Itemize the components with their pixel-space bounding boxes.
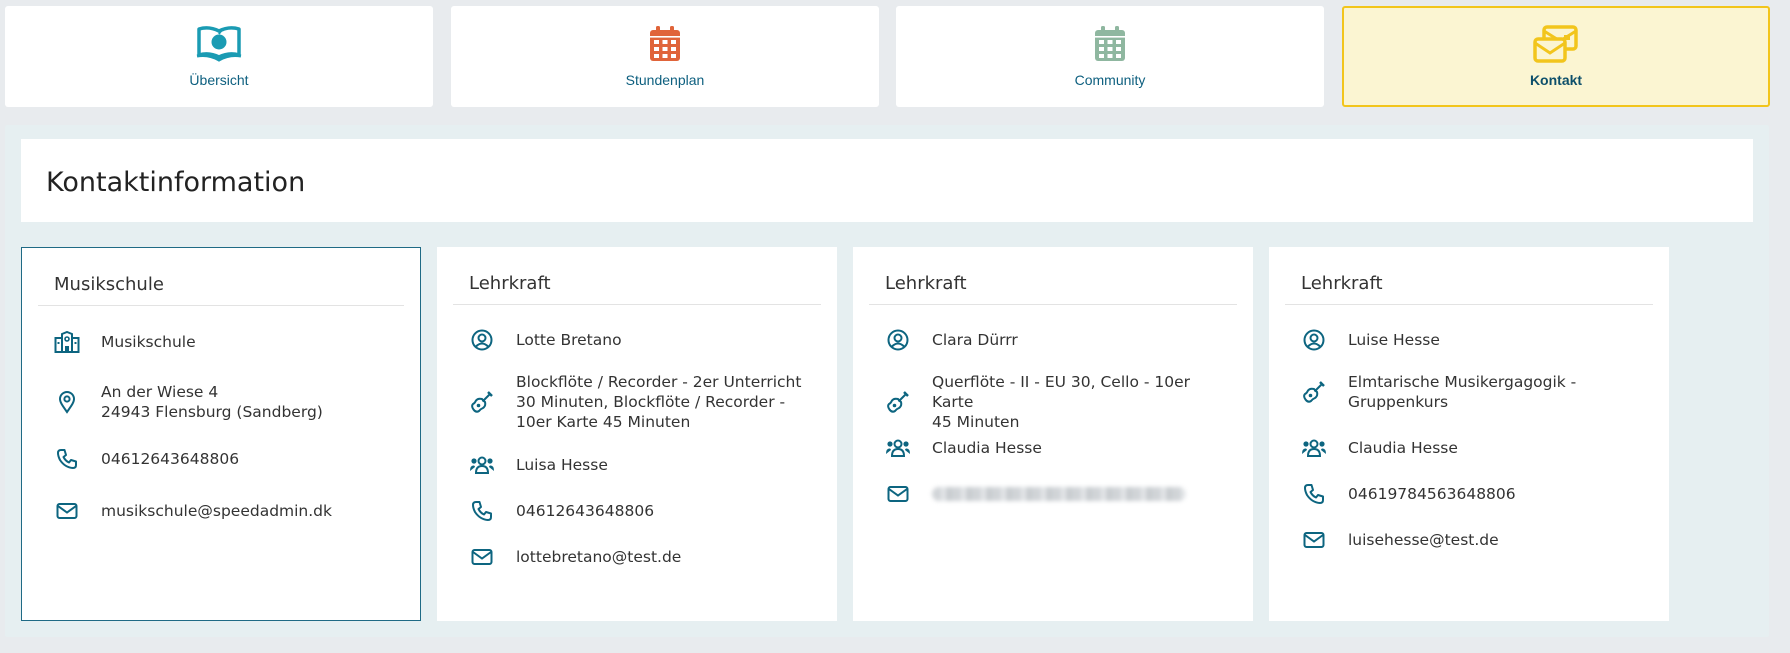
phone-number[interactable]: 04612643648806	[516, 501, 654, 521]
contact-card-school[interactable]: Musikschule Musikschule An der Wiese 4 2…	[21, 247, 421, 621]
teacher-name: Luise Hesse	[1348, 331, 1440, 349]
card-title: Lehrkraft	[885, 273, 967, 294]
user-circle-icon	[469, 327, 495, 353]
parent-row: Luisa Hesse	[469, 452, 817, 478]
card-title: Lehrkraft	[1301, 273, 1383, 294]
mail-icon	[469, 544, 495, 570]
contact-card-teacher[interactable]: Lehrkraft Lotte Bretano Blockflöte / Rec…	[437, 247, 837, 621]
guitar-icon	[1301, 379, 1327, 405]
user-circle-icon	[1301, 327, 1327, 353]
phone-number[interactable]: 04619784563648806	[1348, 484, 1516, 504]
email-address[interactable]: luisehesse@test.de	[1348, 530, 1499, 550]
tab-label: Community	[1074, 72, 1146, 88]
parent-row: Claudia Hesse	[885, 435, 1233, 461]
instrument-text: Blockflöte / Recorder - 2er Unterricht 3…	[516, 373, 802, 431]
tab-uebersicht[interactable]: Übersicht	[5, 6, 433, 107]
school-building-icon	[54, 329, 80, 355]
card-header: Lehrkraft	[453, 247, 821, 305]
calendar-icon	[638, 22, 692, 66]
phone-row: 04612643648806	[469, 498, 817, 524]
card-title: Musikschule	[54, 274, 164, 295]
tab-label: Kontakt	[1529, 72, 1583, 88]
instrument-text: Querflöte - II - EU 30, Cello - 10er Kar…	[932, 373, 1191, 431]
card-header: Lehrkraft	[1285, 247, 1653, 305]
phone-row: 04612643648806	[54, 446, 400, 472]
envelopes-icon	[1529, 22, 1583, 66]
location-pin-icon	[54, 389, 80, 415]
tab-kontakt[interactable]: Kontakt	[1342, 6, 1770, 107]
instrument-row: Querflöte - II - EU 30, Cello - 10er Kar…	[885, 372, 1233, 432]
phone-icon	[469, 498, 495, 524]
card-header: Musikschule	[38, 248, 404, 306]
mail-icon	[54, 498, 80, 524]
instrument-row: Elmtarische Musikergagogik - Gruppenkurs	[1301, 372, 1649, 412]
card-header: Lehrkraft	[869, 247, 1237, 305]
email-address-blurred[interactable]	[932, 487, 1186, 501]
email-row: lottebretano@test.de	[469, 544, 817, 570]
email-row	[885, 481, 1233, 507]
tab-label: Übersicht	[189, 72, 249, 88]
teacher-name: Lotte Bretano	[516, 331, 622, 349]
phone-row: 04619784563648806	[1301, 481, 1649, 507]
card-title: Lehrkraft	[469, 273, 551, 294]
parent-row: Claudia Hesse	[1301, 435, 1649, 461]
book-apple-icon	[192, 22, 246, 66]
email-row: musikschule@speedadmin.dk	[54, 498, 400, 524]
page-title: Kontaktinformation	[46, 167, 306, 198]
email-address[interactable]: musikschule@speedadmin.dk	[101, 501, 332, 521]
school-name-row: Musikschule	[54, 329, 400, 355]
users-icon	[1301, 435, 1327, 461]
instrument-text: Elmtarische Musikergagogik - Gruppenkurs	[1348, 373, 1577, 411]
phone-icon	[1301, 481, 1327, 507]
parent-name: Claudia Hesse	[1348, 439, 1458, 457]
users-icon	[469, 452, 495, 478]
parent-name: Claudia Hesse	[932, 439, 1042, 457]
address-text: An der Wiese 4 24943 Flensburg (Sandberg…	[101, 383, 323, 421]
phone-icon	[54, 446, 80, 472]
parent-name: Luisa Hesse	[516, 456, 608, 474]
users-icon	[885, 435, 911, 461]
contact-card-teacher[interactable]: Lehrkraft Luise Hesse Elmtarische Musike…	[1269, 247, 1669, 621]
email-row: luisehesse@test.de	[1301, 527, 1649, 553]
mail-icon	[885, 481, 911, 507]
teacher-name-row: Clara Dürrr	[885, 327, 1233, 353]
guitar-icon	[885, 389, 911, 415]
email-address[interactable]: lottebretano@test.de	[516, 547, 681, 567]
tab-community[interactable]: Community	[896, 6, 1324, 107]
contact-card-teacher[interactable]: Lehrkraft Clara Dürrr Querflöte - II - E…	[853, 247, 1253, 621]
teacher-name: Clara Dürrr	[932, 331, 1018, 349]
school-name: Musikschule	[101, 333, 196, 351]
teacher-name-row: Luise Hesse	[1301, 327, 1649, 353]
mail-icon	[1301, 527, 1327, 553]
user-circle-icon	[885, 327, 911, 353]
guitar-icon	[469, 389, 495, 415]
teacher-name-row: Lotte Bretano	[469, 327, 817, 353]
instrument-row: Blockflöte / Recorder - 2er Unterricht 3…	[469, 372, 817, 432]
content-panel: Kontaktinformation Musikschule Musikschu…	[5, 125, 1769, 637]
top-navigation: Übersicht Stundenplan Community Kontakt	[5, 6, 1770, 108]
calendar-icon	[1083, 22, 1137, 66]
phone-number[interactable]: 04612643648806	[101, 449, 239, 469]
address-row: An der Wiese 4 24943 Flensburg (Sandberg…	[54, 382, 400, 422]
tab-stundenplan[interactable]: Stundenplan	[451, 6, 879, 107]
tab-label: Stundenplan	[625, 72, 705, 88]
title-box: Kontaktinformation	[21, 139, 1753, 222]
